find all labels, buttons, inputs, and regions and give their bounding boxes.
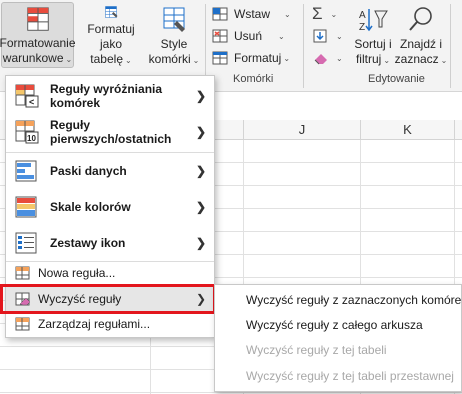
insert-cells-icon xyxy=(212,7,228,21)
cell-styles-label-1: Style xyxy=(160,37,188,51)
format-as-table-button[interactable]: Formatuj jako tabelę ⌄ xyxy=(76,2,146,68)
autosum-button[interactable]: Σ ⌄ xyxy=(312,4,337,24)
chevron-right-icon: ❯ xyxy=(195,236,206,250)
ribbon-separator xyxy=(450,4,451,88)
insert-label: Wstaw xyxy=(234,7,270,21)
submenu-item-clear-entire-sheet[interactable]: Wyczyść reguły z całego arkusza xyxy=(215,313,461,337)
magnifier-icon xyxy=(409,7,432,31)
cell-styles-button[interactable]: Style komórki ⌄ xyxy=(148,2,200,68)
menu-item-label: Zarządzaj regułami... xyxy=(38,317,151,331)
format-as-table-label-2: tabelę ⌄ xyxy=(90,52,132,66)
menu-item-top-bottom-rules[interactable]: 10 Reguły pierwszych/ostatnich ❯ xyxy=(6,114,214,150)
format-cells-icon xyxy=(212,51,228,65)
menu-item-color-scales[interactable]: Skale kolorów ❯ xyxy=(6,189,214,225)
cell-styles-label-2: komórki ⌄ xyxy=(148,52,200,66)
conditional-formatting-label-2: warunkowe ⌄ xyxy=(2,51,73,65)
find-select-button[interactable]: Znajdź i zaznacz ⌄ xyxy=(395,2,447,68)
menu-item-manage-rules[interactable]: Zarządzaj regułami... xyxy=(6,313,214,335)
delete-label: Usuń xyxy=(234,29,263,43)
conditional-formatting-label-1: Formatowanie xyxy=(0,36,76,50)
find-select-label-2: zaznacz ⌄ xyxy=(394,52,448,66)
column-header-j[interactable]: J xyxy=(243,120,360,140)
grid-line xyxy=(0,392,462,393)
menu-item-label: Zestawy ikon xyxy=(50,236,126,250)
sigma-icon: Σ xyxy=(312,4,323,23)
menu-item-new-rule[interactable]: Nowa reguła... xyxy=(6,262,214,284)
chevron-right-icon: ❯ xyxy=(195,89,206,103)
submenu-item-clear-this-pivot-table: Wyczyść reguły z tej tabeli przestawnej xyxy=(246,369,454,383)
menu-item-highlight-rules[interactable]: < Reguły wyróżniania komórek ❯ xyxy=(6,78,214,114)
chevron-right-icon: ❯ xyxy=(195,125,206,139)
menu-item-data-bars[interactable]: Paski danych ❯ xyxy=(6,153,214,189)
cell-styles-icon xyxy=(163,7,185,32)
svg-text:<: < xyxy=(29,97,34,107)
ribbon-separator xyxy=(303,4,304,88)
svg-text:10: 10 xyxy=(27,134,36,143)
menu-item-label: Reguły pierwszych/ostatnich xyxy=(50,118,172,146)
submenu-item-clear-this-table: Wyczyść reguły z tej tabeli xyxy=(246,343,387,357)
eraser-icon xyxy=(314,54,327,65)
svg-text:A: A xyxy=(359,10,366,21)
menu-item-label: Skale kolorów xyxy=(50,200,131,214)
new-rule-icon xyxy=(15,266,30,280)
submenu-item-clear-selected-cells[interactable]: Wyczyść reguły z zaznaczonych komórek xyxy=(215,288,462,312)
format-as-table-icon xyxy=(105,6,118,18)
format-as-table-label-1: Formatuj jako xyxy=(87,22,135,51)
clear-button[interactable]: ⌄ xyxy=(312,48,343,68)
conditional-formatting-icon xyxy=(26,7,49,31)
sort-filter-label-2: filtruj ⌄ xyxy=(355,52,391,66)
fill-down-icon xyxy=(313,29,327,43)
sort-filter-icon: A Z xyxy=(359,9,388,33)
format-label: Formatuj xyxy=(234,51,282,65)
svg-text:Z: Z xyxy=(359,22,365,33)
editing-group-label: Edytowanie xyxy=(368,73,425,85)
data-bars-icon xyxy=(15,160,37,182)
find-select-label-1: Znajdź i xyxy=(399,37,443,51)
delete-button[interactable]: Usuń ⌄ xyxy=(212,26,285,46)
top-bottom-rules-icon: 10 xyxy=(15,120,39,144)
clear-rules-submenu: Wyczyść reguły z zaznaczonych komórek Wy… xyxy=(214,284,462,392)
fill-button[interactable]: ⌄ xyxy=(312,26,343,46)
menu-item-label: Paski danych xyxy=(50,164,127,178)
icon-sets-icon xyxy=(15,232,37,254)
menu-item-label: Nowa reguła... xyxy=(38,266,116,280)
cells-group-label: Komórki xyxy=(233,73,274,85)
color-scales-icon xyxy=(15,196,37,218)
chevron-right-icon: ❯ xyxy=(195,200,206,214)
highlight-annotation xyxy=(0,284,216,314)
sort-filter-button[interactable]: A Z Sortuj i filtruj ⌄ xyxy=(350,2,396,68)
delete-cells-icon xyxy=(212,29,228,43)
menu-item-icon-sets[interactable]: Zestawy ikon ❯ xyxy=(6,225,214,261)
chevron-right-icon: ❯ xyxy=(195,164,206,178)
manage-rules-icon xyxy=(15,317,30,331)
sort-filter-label-1: Sortuj i xyxy=(354,37,392,51)
highlight-rules-icon: < xyxy=(15,84,39,108)
insert-button[interactable]: Wstaw ⌄ xyxy=(212,4,291,24)
menu-item-label: Reguły wyróżniania komórek xyxy=(50,82,163,110)
column-header-k[interactable]: K xyxy=(360,120,454,140)
conditional-formatting-button[interactable]: Formatowanie warunkowe ⌄ xyxy=(0,2,76,68)
column-header-l[interactable] xyxy=(454,120,462,140)
format-button[interactable]: Formatuj ⌄ xyxy=(212,48,290,68)
